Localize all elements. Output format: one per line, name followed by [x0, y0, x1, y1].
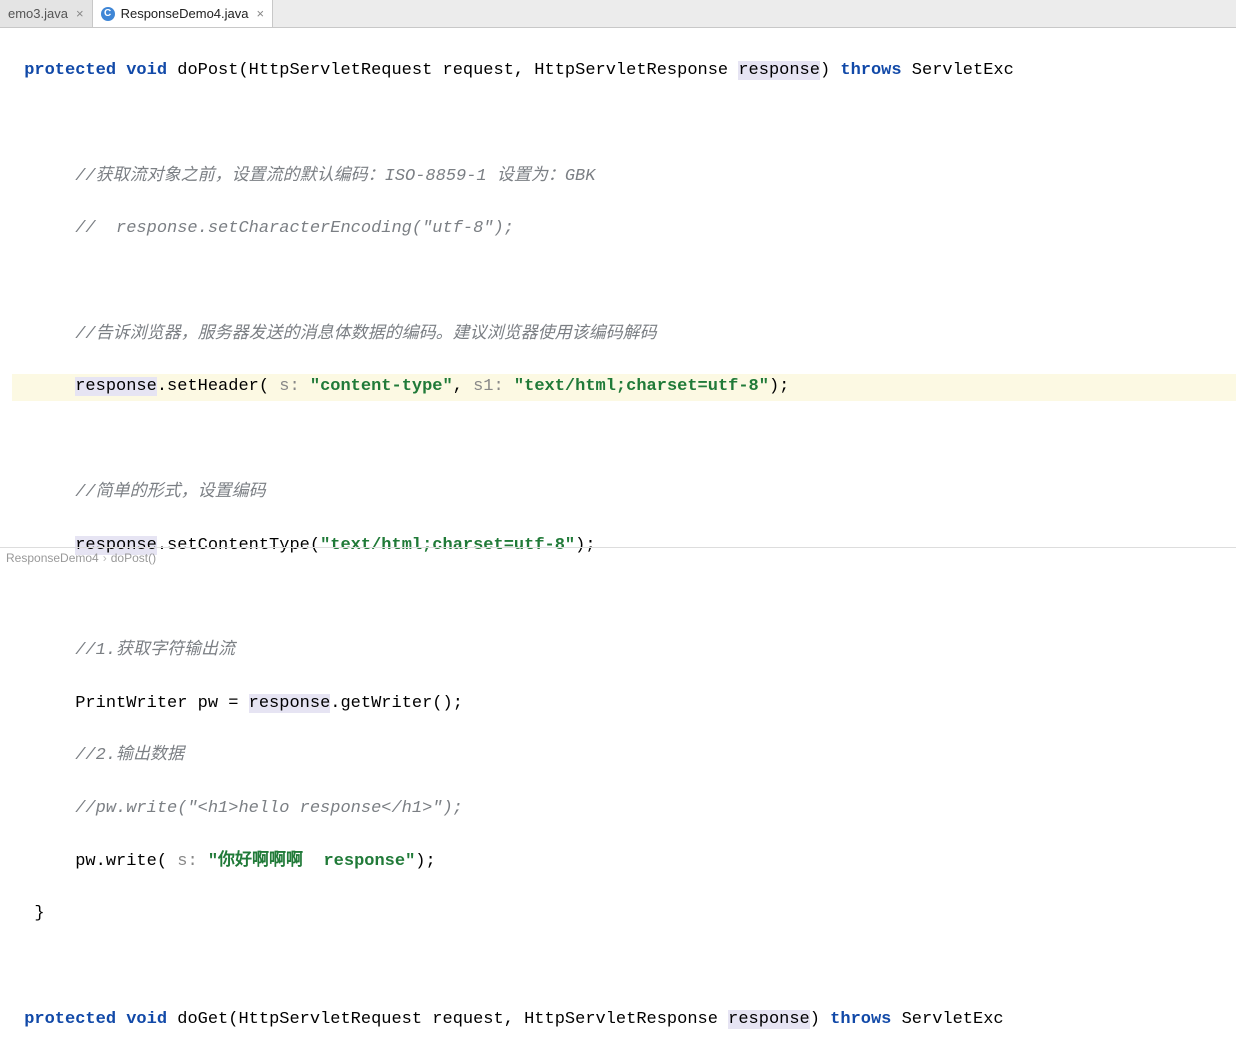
tab-bar: emo3.java × C ResponseDemo4.java ×	[0, 0, 1236, 28]
code-line: response.setHeader( s: "content-type", s…	[12, 374, 1236, 400]
tab-label: emo3.java	[8, 6, 68, 21]
code-line: //pw.write("<h1>hello response</h1>");	[12, 796, 1236, 822]
code-line	[12, 585, 1236, 611]
code-line	[12, 111, 1236, 137]
breadcrumb-item[interactable]: ResponseDemo4	[6, 551, 99, 565]
code-line: PrintWriter pw = response.getWriter();	[12, 691, 1236, 717]
code-line: protected void doGet(HttpServletRequest …	[12, 1007, 1236, 1033]
code-line: pw.write( s: "你好啊啊啊 response");	[12, 849, 1236, 875]
chevron-right-icon: ›	[103, 551, 107, 565]
editor-tab-responsedemo4[interactable]: C ResponseDemo4.java ×	[93, 0, 274, 27]
code-editor[interactable]: protected void doPost(HttpServletRequest…	[0, 28, 1236, 1059]
code-line	[12, 427, 1236, 453]
code-line	[12, 269, 1236, 295]
code-line: }	[12, 901, 1236, 927]
code-line: // response.setCharacterEncoding("utf-8"…	[12, 216, 1236, 242]
code-line: //获取流对象之前，设置流的默认编码：ISO-8859-1 设置为：GBK	[12, 164, 1236, 190]
close-icon[interactable]: ×	[76, 6, 84, 21]
code-line: //简单的形式，设置编码	[12, 480, 1236, 506]
breadcrumb-item[interactable]: doPost()	[111, 551, 156, 565]
code-line: protected void doPost(HttpServletRequest…	[12, 58, 1236, 84]
code-line	[12, 954, 1236, 980]
code-line: //2.输出数据	[12, 743, 1236, 769]
tab-label: ResponseDemo4.java	[121, 6, 249, 21]
class-icon: C	[101, 7, 115, 21]
code-line: //告诉浏览器，服务器发送的消息体数据的编码。建议浏览器使用该编码解码	[12, 322, 1236, 348]
editor-tab-emo3[interactable]: emo3.java ×	[0, 0, 93, 27]
close-icon[interactable]: ×	[256, 6, 264, 21]
code-line: //1.获取字符输出流	[12, 638, 1236, 664]
breadcrumb: ResponseDemo4 › doPost()	[0, 547, 1236, 567]
